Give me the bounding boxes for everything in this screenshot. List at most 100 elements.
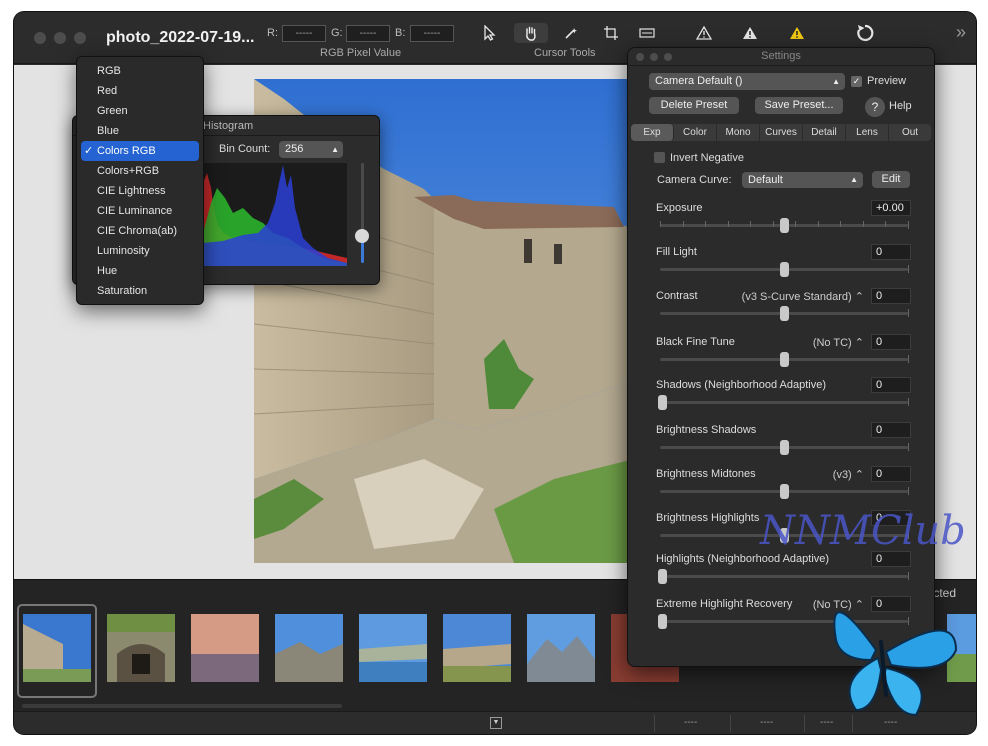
camera-curve-label: Camera Curve:: [657, 174, 732, 186]
slider-tick: [795, 221, 796, 227]
close-window-button[interactable]: [34, 32, 46, 44]
preset-select[interactable]: Camera Default () ▲: [649, 73, 845, 90]
param-slider-knob[interactable]: [658, 395, 667, 410]
param-row: Shadows (Neighborhood Adaptive) 0: [628, 377, 934, 419]
menu-item-cie-lightness[interactable]: CIE Lightness: [81, 181, 199, 201]
edit-curve-button[interactable]: Edit: [872, 171, 910, 188]
warning-outline-icon[interactable]: [689, 23, 719, 43]
param-value-field[interactable]: 0: [871, 334, 911, 350]
settings-panel: Settings Camera Default () ▲ ✓ Preview D…: [627, 47, 935, 667]
slider-end-mark: [908, 221, 909, 229]
param-slider-knob[interactable]: [780, 218, 789, 233]
menu-item-label: Luminosity: [97, 245, 150, 257]
histogram-graph: [203, 163, 347, 266]
param-label: Highlights (Neighborhood Adaptive): [656, 553, 830, 565]
param-mode-select[interactable]: (No TC) ⌃: [813, 336, 864, 349]
warning-icon[interactable]: [735, 23, 765, 43]
thumbnail[interactable]: [275, 614, 343, 682]
param-row: Fill Light 0: [628, 244, 934, 286]
tab-detail[interactable]: Detail: [803, 124, 846, 141]
tab-exp[interactable]: Exp: [631, 124, 674, 141]
param-slider-knob[interactable]: [780, 440, 789, 455]
g-value: -----: [346, 25, 390, 42]
param-value-field[interactable]: 0: [871, 422, 911, 438]
thumbnail[interactable]: [527, 614, 595, 682]
save-preset-button[interactable]: Save Preset...: [755, 97, 843, 114]
camera-curve-select[interactable]: Default ▲: [742, 172, 863, 188]
crop-icon[interactable]: [596, 23, 626, 43]
tab-out[interactable]: Out: [889, 124, 931, 141]
hand-icon[interactable]: [514, 23, 548, 43]
thumbnail[interactable]: [23, 614, 91, 682]
menu-item-red[interactable]: Red: [81, 81, 199, 101]
thumbnail[interactable]: [359, 614, 427, 682]
param-value-field[interactable]: 0: [871, 466, 911, 482]
chevron-double-right-icon[interactable]: »: [956, 22, 966, 43]
menu-item-green[interactable]: Green: [81, 101, 199, 121]
param-slider-track[interactable]: [660, 575, 908, 578]
filmstrip-scrollbar[interactable]: [22, 704, 342, 708]
tab-lens[interactable]: Lens: [846, 124, 889, 141]
invert-negative-checkbox[interactable]: [654, 152, 665, 163]
checkmark-icon: ✓: [84, 145, 94, 157]
param-slider-track[interactable]: [660, 401, 908, 404]
delete-preset-button[interactable]: Delete Preset: [649, 97, 739, 114]
chevron-down-icon[interactable]: ▼: [490, 717, 502, 729]
param-label: Black Fine Tune: [656, 336, 735, 348]
menu-item-label: Saturation: [97, 285, 148, 297]
camera-curve-value: Default: [748, 174, 783, 186]
param-slider-knob[interactable]: [780, 352, 789, 367]
invert-negative-label: Invert Negative: [670, 152, 744, 164]
help-label: Help: [889, 100, 912, 112]
param-slider-knob[interactable]: [780, 484, 789, 499]
tab-color[interactable]: Color: [674, 124, 717, 141]
thumbnail[interactable]: [107, 614, 175, 682]
param-slider-knob[interactable]: [780, 306, 789, 321]
butterfly-logo: [833, 611, 958, 717]
menu-item-cie-chroma[interactable]: CIE Chroma(ab): [81, 221, 199, 241]
param-mode-select[interactable]: (v3 S-Curve Standard) ⌃: [742, 290, 864, 303]
help-icon[interactable]: ?: [865, 97, 885, 117]
preview-checkbox[interactable]: ✓: [851, 76, 862, 87]
menu-item-blue[interactable]: Blue: [81, 121, 199, 141]
magic-wand-icon[interactable]: [556, 23, 586, 43]
slider-tick: [750, 221, 751, 227]
rotate-icon[interactable]: [850, 23, 880, 43]
param-value-field[interactable]: 0: [871, 377, 911, 393]
menu-item-colors-plus-rgb[interactable]: Colors+RGB: [81, 161, 199, 181]
arrow-cursor-icon[interactable]: [475, 23, 505, 43]
menu-item-hue[interactable]: Hue: [81, 261, 199, 281]
slider-end-mark: [908, 572, 909, 580]
level-icon[interactable]: [632, 23, 662, 43]
menu-item-rgb[interactable]: RGB: [81, 61, 199, 81]
menu-item-cie-luminance[interactable]: CIE Luminance: [81, 201, 199, 221]
menu-item-saturation[interactable]: Saturation: [81, 281, 199, 301]
slider-end-mark: [908, 265, 909, 273]
minimize-window-button[interactable]: [54, 32, 66, 44]
param-mode-select[interactable]: (v3) ⌃: [833, 468, 864, 481]
histogram-scale-slider[interactable]: [355, 229, 369, 243]
thumbnail[interactable]: [443, 614, 511, 682]
param-row: Contrast (v3 S-Curve Standard) ⌃ 0: [628, 288, 934, 330]
bin-count-select[interactable]: 256 ▲: [279, 141, 343, 158]
param-slider-knob[interactable]: [780, 262, 789, 277]
b-label: B:: [395, 27, 406, 39]
param-value-field[interactable]: 0: [871, 288, 911, 304]
tab-mono[interactable]: Mono: [717, 124, 760, 141]
menu-item-luminosity[interactable]: Luminosity: [81, 241, 199, 261]
param-slider-knob[interactable]: [658, 569, 667, 584]
param-value-field[interactable]: 0: [871, 244, 911, 260]
menu-item-colors-rgb[interactable]: ✓ Colors RGB: [81, 141, 199, 161]
g-label: G:: [331, 27, 343, 39]
param-slider-knob[interactable]: [658, 614, 667, 629]
tab-curves[interactable]: Curves: [760, 124, 803, 141]
param-label: Brightness Highlights: [656, 512, 760, 524]
warning-yellow-icon[interactable]: [782, 23, 812, 43]
slider-tick: [772, 221, 774, 227]
param-value-field[interactable]: +0.00: [871, 200, 911, 216]
param-label: Brightness Midtones: [656, 468, 756, 480]
zoom-window-button[interactable]: [74, 32, 86, 44]
r-value: -----: [282, 25, 326, 42]
thumbnail[interactable]: [191, 614, 259, 682]
param-label: Exposure: [656, 202, 703, 214]
